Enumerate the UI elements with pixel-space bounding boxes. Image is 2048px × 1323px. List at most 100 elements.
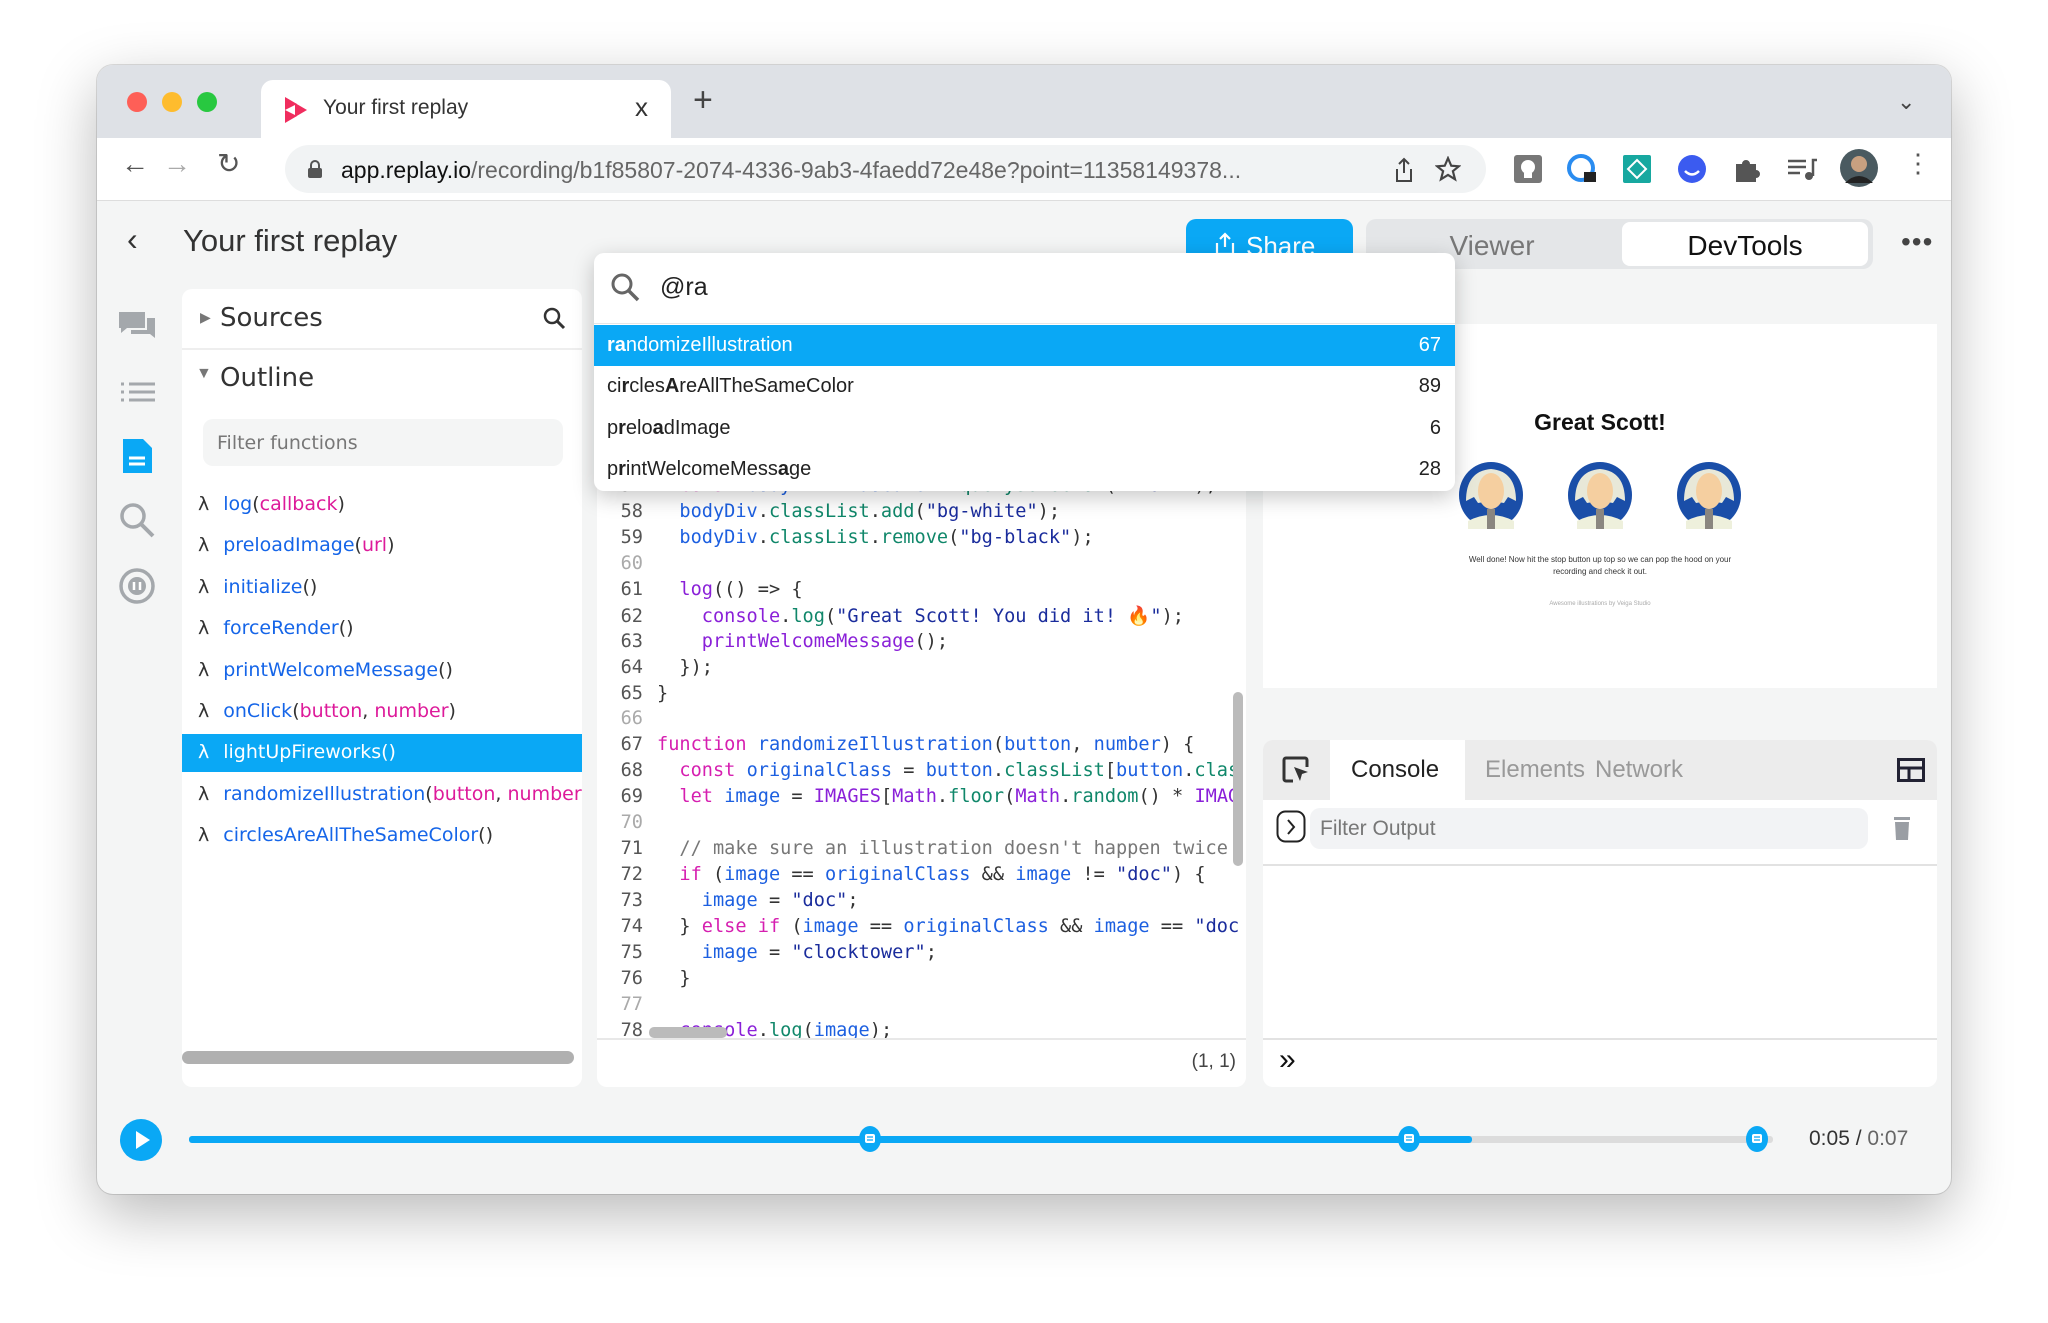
line-number[interactable]: 70 xyxy=(597,812,643,833)
outline-item[interactable]: λ preloadImage(url) xyxy=(182,527,582,565)
line-number[interactable]: 61 xyxy=(597,579,643,600)
more-options-button[interactable]: ••• xyxy=(1901,226,1933,258)
outline-item[interactable]: λrandomizeIllustration(button, number) xyxy=(182,776,582,814)
new-tab-button[interactable]: + xyxy=(693,83,713,117)
sources-header[interactable]: ▶ Sources xyxy=(182,289,582,350)
search-result[interactable]: randomizeIllustration 67 xyxy=(594,325,1455,366)
code-token: ); xyxy=(1071,526,1094,548)
outline-item[interactable]: λ lightUpFireworks() xyxy=(182,734,582,773)
layout-toggle-icon[interactable] xyxy=(1897,758,1925,782)
bookmark-star-icon[interactable] xyxy=(1435,156,1461,182)
code-token: && xyxy=(970,864,1016,886)
share-page-icon[interactable] xyxy=(1393,157,1415,183)
zoom-window-button[interactable] xyxy=(197,92,217,112)
back-button[interactable]: ‹ xyxy=(127,221,138,258)
doc-brown-illustration[interactable] xyxy=(1567,461,1633,529)
play-button[interactable] xyxy=(120,1119,162,1161)
filter-functions-input[interactable]: Filter functions xyxy=(203,419,563,466)
browser-tab[interactable]: Your first replay x xyxy=(261,80,671,138)
outline-header[interactable]: ▼ Outline xyxy=(182,351,582,403)
code-token: == xyxy=(780,864,825,886)
address-bar[interactable]: app.replay.io/recording/b1f85807-2074-43… xyxy=(285,145,1486,193)
timeline-track[interactable] xyxy=(189,1136,1773,1143)
sources-file-icon[interactable] xyxy=(117,436,157,476)
outline-item[interactable]: λ onClick(button, number) xyxy=(182,693,582,731)
line-number[interactable]: 76 xyxy=(597,968,643,989)
element-picker-icon[interactable] xyxy=(1281,755,1311,785)
line-number[interactable]: 72 xyxy=(597,864,643,885)
search-result[interactable]: preloadImage 6 xyxy=(594,408,1455,449)
smile-extension-icon[interactable] xyxy=(1675,152,1709,186)
sources-search-icon[interactable] xyxy=(542,306,566,330)
paren: ( xyxy=(302,575,310,598)
outline-item[interactable]: λ forceRender() xyxy=(182,610,582,648)
diamond-extension-icon[interactable] xyxy=(1620,152,1654,186)
devtools-tab[interactable]: DevTools xyxy=(1622,222,1868,266)
match-text: p xyxy=(607,416,619,439)
line-number[interactable]: 69 xyxy=(597,786,643,807)
profile-avatar[interactable] xyxy=(1840,149,1878,187)
line-number[interactable]: 75 xyxy=(597,942,643,963)
comments-icon[interactable] xyxy=(117,306,157,346)
search-query-input[interactable]: @ra xyxy=(660,273,708,302)
doc-brown-illustration[interactable] xyxy=(1458,461,1524,529)
console-prompt[interactable]: » xyxy=(1279,1045,1296,1075)
outline-item[interactable]: λ log(callback) xyxy=(182,486,582,524)
events-list-icon[interactable] xyxy=(117,372,157,412)
forward-icon[interactable]: → xyxy=(163,150,191,178)
filter-output-input[interactable]: Filter Output xyxy=(1310,808,1868,849)
code-token: originalClass xyxy=(903,915,1049,937)
puzzle-icon[interactable] xyxy=(1730,152,1764,186)
close-window-button[interactable] xyxy=(127,92,147,112)
vertical-scrollbar[interactable] xyxy=(1233,692,1243,866)
code-token: originalClass xyxy=(824,864,971,886)
back-icon[interactable]: ← xyxy=(121,150,149,178)
doc-brown-illustration[interactable] xyxy=(1676,461,1742,529)
line-number[interactable]: 60 xyxy=(597,553,643,574)
line-number[interactable]: 65 xyxy=(597,683,643,704)
comment-marker-icon[interactable] xyxy=(1745,1125,1769,1153)
line-number[interactable]: 71 xyxy=(597,838,643,859)
search-icon[interactable] xyxy=(117,500,157,540)
tab-search-button[interactable]: ⌄ xyxy=(1897,89,1915,115)
outline-item[interactable]: λ printWelcomeMessage() xyxy=(182,652,582,690)
horizontal-scrollbar[interactable] xyxy=(182,1051,574,1064)
network-tab[interactable]: Network xyxy=(1595,756,1683,784)
url-host: app.replay.io xyxy=(341,157,471,183)
line-number[interactable]: 74 xyxy=(597,916,643,937)
line-number[interactable]: 64 xyxy=(597,657,643,678)
line-number[interactable]: 62 xyxy=(597,606,643,627)
code-horizontal-scrollbar[interactable] xyxy=(649,1027,727,1038)
media-queue-icon[interactable] xyxy=(1785,152,1819,186)
tab-close-button[interactable]: x xyxy=(635,92,648,123)
comment-marker-icon[interactable] xyxy=(858,1125,882,1153)
elements-tab[interactable]: Elements xyxy=(1485,756,1585,784)
code-line: 63 printWelcomeMessage(); xyxy=(597,631,1246,657)
search-result[interactable]: circlesAreAllTheSameColor 89 xyxy=(594,366,1455,407)
line-number[interactable]: 77 xyxy=(597,994,643,1015)
clear-console-trash-icon[interactable] xyxy=(1893,815,1911,841)
search-result[interactable]: printWelcomeMessage 28 xyxy=(594,449,1455,490)
line-number[interactable]: 58 xyxy=(597,501,643,522)
code-line: 66 xyxy=(597,708,1246,734)
console-expand-icon[interactable] xyxy=(1276,810,1306,844)
password-lock-icon[interactable] xyxy=(1565,152,1599,186)
outline-item[interactable]: λ initialize() xyxy=(182,569,582,607)
code-token: . xyxy=(1060,786,1072,808)
comment-marker-icon[interactable] xyxy=(1397,1125,1421,1153)
line-number[interactable]: 66 xyxy=(597,708,643,729)
reload-icon[interactable]: ↻ xyxy=(217,150,240,178)
line-number[interactable]: 63 xyxy=(597,631,643,652)
line-number[interactable]: 68 xyxy=(597,760,643,781)
lambda-icon: λ xyxy=(198,658,210,681)
browser-menu-icon[interactable]: ⋮ xyxy=(1905,150,1931,176)
line-number[interactable]: 73 xyxy=(597,890,643,911)
line-number[interactable]: 67 xyxy=(597,734,643,755)
line-number[interactable]: 59 xyxy=(597,527,643,548)
outline-item[interactable]: λ circlesAreAllTheSameColor() xyxy=(182,817,582,855)
minimize-window-button[interactable] xyxy=(162,92,182,112)
replay-info-icon[interactable] xyxy=(117,564,157,604)
keeper-icon[interactable] xyxy=(1511,152,1545,186)
code-token: remove xyxy=(880,526,949,548)
